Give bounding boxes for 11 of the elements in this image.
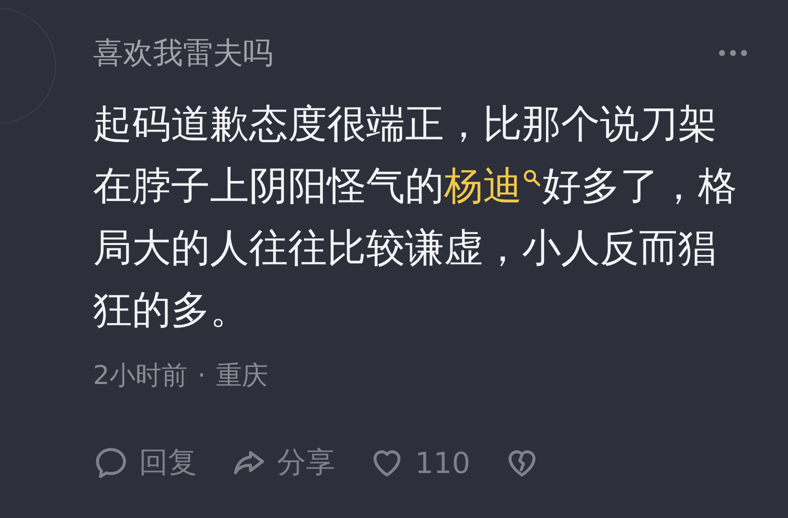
- search-link[interactable]: 杨迪: [444, 164, 542, 209]
- share-button[interactable]: 分享: [231, 443, 335, 483]
- like-button[interactable]: 110: [369, 445, 470, 481]
- more-icon[interactable]: [718, 49, 748, 57]
- username[interactable]: 喜欢我雷夫吗: [93, 32, 273, 74]
- location: 重庆: [216, 360, 268, 393]
- comment-icon: [93, 445, 129, 481]
- reply-button[interactable]: 回复: [93, 443, 197, 483]
- timestamp: 2小时前: [93, 360, 188, 393]
- comment-text: 起码道歉态度很端正，比那个说刀架在脖子上阴阳怪气的杨迪 好多了，格局大的人往往比较谦虚，小人反而猖狂的多。: [93, 101, 738, 335]
- separator: ·: [198, 360, 206, 390]
